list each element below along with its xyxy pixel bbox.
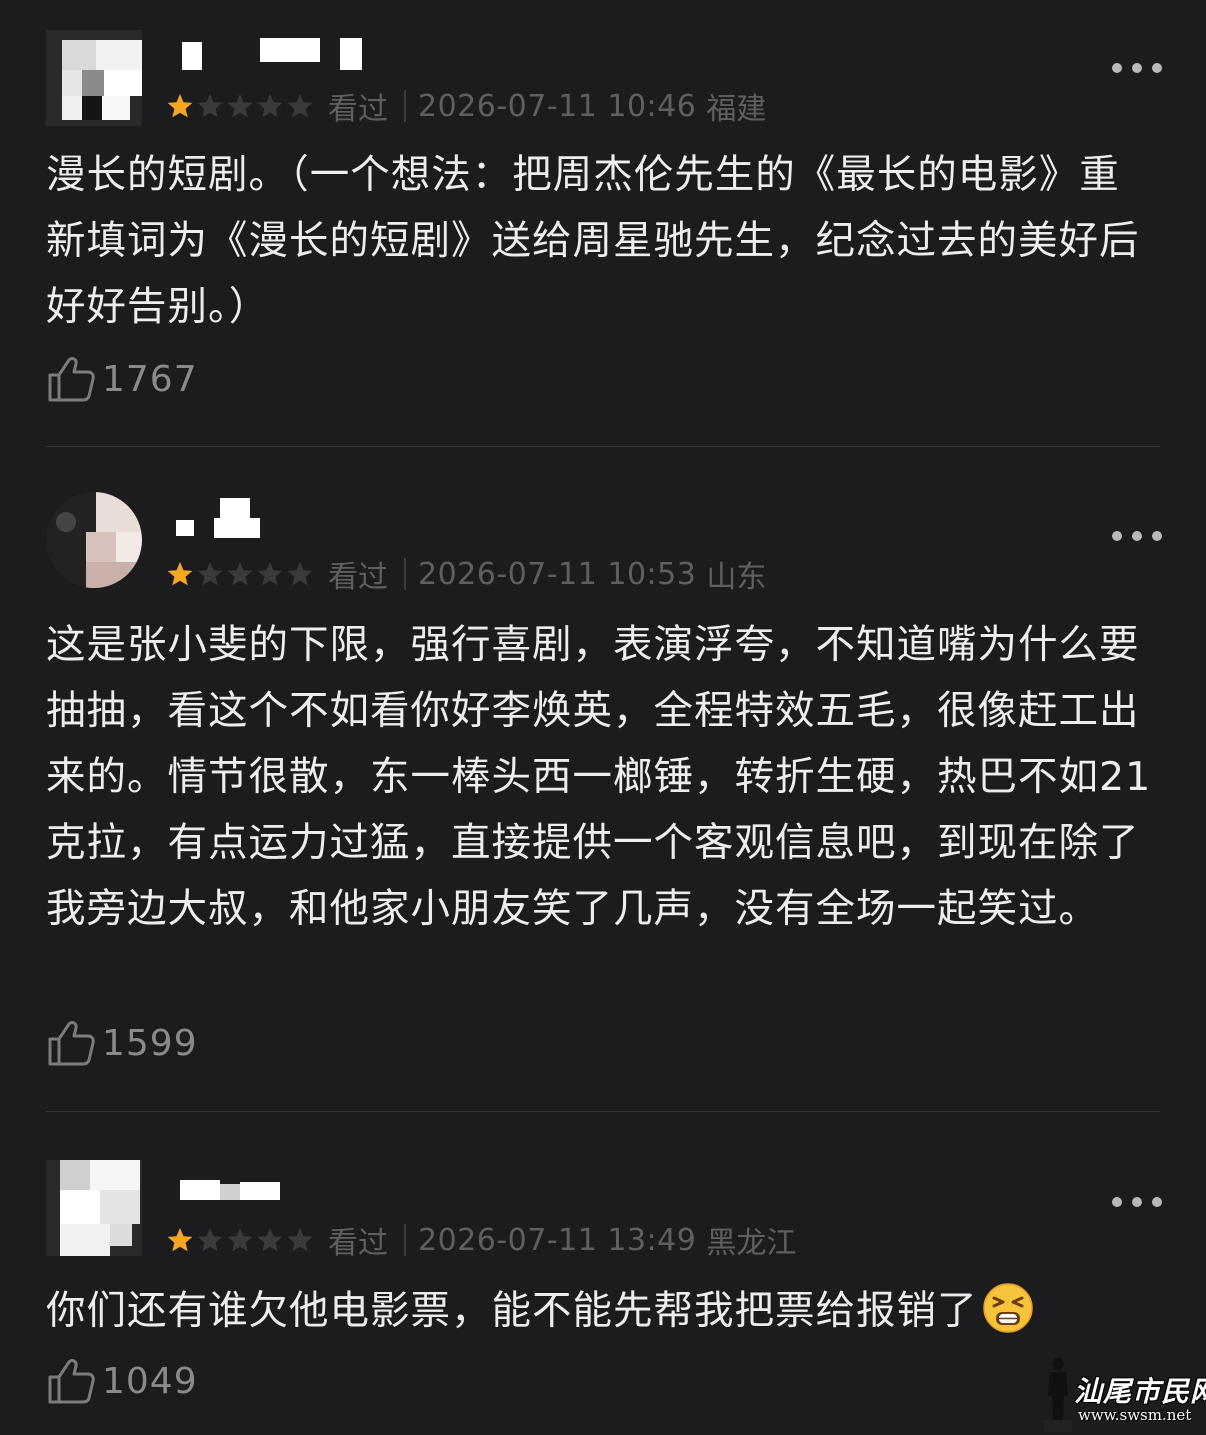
comment-text: 漫长的短剧。（一个想法：把周杰伦先生的《最长的电影》重新填词为《漫长的短剧》送给…: [46, 152, 1140, 330]
star-empty-icon: [197, 94, 223, 118]
username-blurred[interactable]: [170, 38, 370, 78]
more-dot: [1132, 531, 1142, 541]
like-count: 1049: [102, 1360, 198, 1402]
star-empty-icon: [287, 94, 313, 118]
rating-stars: [166, 1226, 314, 1254]
comment-date: 2026-07-11 10:46: [418, 88, 697, 124]
comment-text: 你们还有谁欠他电影票，能不能先帮我把票给报销了: [46, 1278, 1156, 1344]
comment-text: 这是张小斐的下限，强行喜剧，表演浮夸，不知道嘴为什么要抽抽，看这个不如看你好李焕…: [46, 622, 1152, 932]
star-filled-icon: [167, 562, 193, 586]
more-options-button[interactable]: [1112, 56, 1162, 80]
thumbs-up-icon: [48, 1021, 95, 1066]
comment-meta: 看过 2026-07-11 13:49 黑龙江: [166, 1220, 797, 1261]
comment-date: 2026-07-11 10:53: [418, 556, 697, 592]
comment-feed: 看过 2026-07-11 10:46 福建 漫长的短剧。（一个想法：把周杰伦先…: [0, 0, 1206, 1435]
site-watermark: 汕尾市民网 www.swsm.net: [1040, 1356, 1206, 1432]
avatar[interactable]: [46, 492, 142, 588]
star-filled-icon: [167, 94, 193, 118]
star-filled-icon: [167, 1228, 193, 1252]
more-dot: [1112, 63, 1122, 73]
comment-location: 黑龙江: [706, 1226, 797, 1261]
comment-card-3: 看过 2026-07-11 13:49 黑龙江 你们还有谁欠他电影票，能不能先帮…: [0, 1112, 1206, 1435]
avatar[interactable]: [46, 30, 142, 126]
comment-separator: [46, 446, 1160, 447]
star-empty-icon: [287, 1228, 313, 1252]
star-empty-icon: [227, 94, 253, 118]
comment-location: 福建: [706, 92, 767, 127]
more-options-button[interactable]: [1112, 1190, 1162, 1214]
watched-label: 看过: [328, 1226, 388, 1261]
comment-text-content: 你们还有谁欠他电影票，能不能先帮我把票给报销了: [46, 1288, 978, 1334]
comment-card-2: 看过 2026-07-11 10:53 山东 这是张小斐的下限，强行喜剧，表演浮…: [0, 448, 1206, 1112]
star-empty-icon: [257, 562, 283, 586]
avatar[interactable]: [46, 1160, 142, 1256]
thumbs-up-icon: [48, 1359, 95, 1404]
more-dot: [1132, 63, 1142, 73]
comment-meta: 看过 2026-07-11 10:46 福建: [166, 86, 767, 127]
like-button[interactable]: 1049: [46, 1356, 198, 1406]
star-empty-icon: [227, 1228, 253, 1252]
star-empty-icon: [287, 562, 313, 586]
more-dot: [1112, 1197, 1122, 1207]
star-empty-icon: [197, 1228, 223, 1252]
star-empty-icon: [257, 1228, 283, 1252]
more-options-button[interactable]: [1112, 524, 1162, 548]
more-dot: [1132, 1197, 1142, 1207]
meta-divider: [404, 90, 406, 122]
meta-divider: [404, 558, 406, 590]
username-blurred[interactable]: [170, 1172, 370, 1212]
more-dot: [1152, 63, 1162, 73]
statue-logo-icon: [1044, 1358, 1072, 1432]
like-count: 1767: [102, 358, 198, 400]
more-dot: [1152, 531, 1162, 541]
tired-face-emoji: [982, 1283, 1033, 1333]
comment-location: 山东: [706, 560, 767, 595]
thumbs-up-icon: [48, 357, 95, 402]
comment-date: 2026-07-11 13:49: [418, 1222, 697, 1258]
like-count: 1599: [102, 1022, 198, 1064]
like-button[interactable]: 1599: [46, 1018, 198, 1068]
star-empty-icon: [197, 562, 223, 586]
rating-stars: [166, 92, 314, 120]
username-blurred[interactable]: [170, 498, 370, 538]
comment-meta: 看过 2026-07-11 10:53 山东: [166, 554, 767, 595]
watched-label: 看过: [328, 92, 388, 127]
star-empty-icon: [257, 94, 283, 118]
comment-card-1: 看过 2026-07-11 10:46 福建 漫长的短剧。（一个想法：把周杰伦先…: [0, 0, 1206, 448]
more-dot: [1152, 1197, 1162, 1207]
rating-stars: [166, 560, 314, 588]
watched-label: 看过: [328, 560, 388, 595]
like-button[interactable]: 1767: [46, 354, 198, 404]
meta-divider: [404, 1224, 406, 1256]
star-empty-icon: [227, 562, 253, 586]
more-dot: [1112, 531, 1122, 541]
watermark-url: www.swsm.net: [1078, 1406, 1192, 1424]
watermark-text: 汕尾市民网: [1074, 1375, 1206, 1408]
